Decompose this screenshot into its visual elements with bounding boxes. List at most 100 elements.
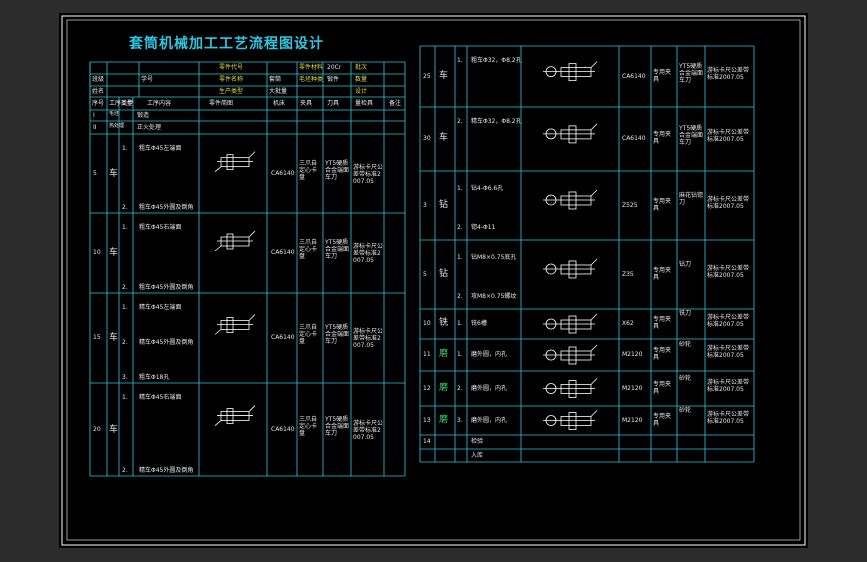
op-seq: 12 [423, 384, 431, 392]
step-number: 1. [457, 320, 463, 327]
op-seq: I [93, 111, 95, 119]
drawing-title: 套筒机械加工工艺流程图设计 [129, 36, 324, 52]
op-seq: 10 [423, 320, 431, 327]
op-type: 磨 [439, 414, 449, 425]
op-tool: 麻花钻锪刀 [679, 191, 704, 206]
op-tool: 钻刀 [679, 260, 692, 268]
step-text: 攻M8×0.75螺纹 [471, 293, 517, 300]
op-machine: CA6140 [271, 249, 295, 256]
part-sketch [543, 258, 598, 279]
op-tool: YT5硬质合金端面车刀 [679, 125, 704, 146]
step-number: 2. [122, 339, 128, 346]
header-cell: 20Cr [327, 64, 342, 71]
step-number: 1. [457, 57, 463, 64]
part-sketch [543, 378, 598, 398]
header-cell: 锻件 [327, 76, 340, 83]
column-header-fixture: 夹具 [300, 100, 313, 107]
header-cell: 数量 [355, 76, 368, 83]
op-type: 车 [109, 168, 119, 179]
step-text: 钻4-Φ6.6孔 [471, 185, 504, 192]
op-type: 热处理 [109, 122, 125, 129]
step-text: 精车Φ45右端面 [139, 394, 182, 401]
header-cell: 班级 [92, 76, 105, 83]
op-seq: 3 [423, 201, 427, 209]
op-type: 毛坯 [109, 110, 120, 117]
op-tool: 砂轮 [679, 341, 692, 348]
step-text: 粗车Φ18孔 [139, 374, 170, 381]
op-fixture: 三爪自定心卡盘 [299, 324, 318, 345]
step-number: 1. [457, 254, 463, 261]
part-sketch [214, 151, 256, 172]
op-tool: YT5硬质合金端面车刀 [325, 159, 350, 181]
step-number: 3. [457, 416, 463, 424]
step-text: 钻M8×0.75底孔 [471, 254, 517, 261]
step-text: 粗车Φ45左端面 [139, 145, 182, 152]
step-number: 1. [122, 304, 128, 311]
header-cell: 学号 [141, 76, 154, 83]
step-number: 3. [122, 374, 128, 381]
op-seq: 30 [423, 135, 431, 142]
op-fixture: 专用夹具 [653, 68, 672, 83]
op-machine: CA6140 [271, 169, 295, 177]
op-type: 车 [109, 424, 119, 435]
header-cell: 姓名 [92, 88, 105, 95]
step-text: 精车Φ45外圆及倒角 [139, 467, 194, 474]
step-number: 1. [457, 351, 463, 358]
part-sketch [543, 344, 598, 365]
step-text: 正火处理 [137, 123, 162, 131]
op-seq: II [93, 123, 97, 131]
op-fixture: 三爪自定心卡盘 [299, 415, 318, 437]
header-cell: 套筒 [269, 76, 282, 83]
op-measure: 游标卡尺公差带标准2007.05 [707, 129, 750, 143]
op-fixture: 专用夹具 [653, 347, 672, 361]
step-text: 精车Φ45左端面 [139, 304, 182, 311]
header-cell: 零件代号 [219, 64, 244, 71]
op-seq: 14 [423, 438, 431, 445]
op-machine: CA6140 [271, 425, 295, 433]
op-machine: M2120 [622, 384, 643, 392]
header-cell: 零件材料 [299, 64, 324, 71]
column-header-measure: 量检具 [355, 100, 374, 107]
op-tool: 砂轮 [679, 406, 692, 414]
op-seq: 11 [423, 351, 431, 358]
step-number: 2. [122, 284, 128, 291]
op-machine: CA6140 [271, 334, 295, 341]
step-number: 1. [122, 394, 128, 401]
step-text: 粗车Φ45外圆及倒角 [139, 204, 194, 211]
op-type: 车 [439, 70, 449, 81]
column-header-remark: 备注 [389, 100, 402, 107]
column-header-sketch: 零件简图 [209, 100, 234, 107]
op-tool: YT5硬质合金端面车刀 [325, 415, 350, 437]
part-sketch [543, 410, 598, 430]
op-measure: 游标卡尺公差带标准2007.05 [707, 314, 750, 328]
op-tool: 铣刀 [679, 310, 692, 317]
op-tool: YT5硬质合金端面车刀 [325, 324, 350, 345]
op-fixture: 专用夹具 [653, 380, 672, 395]
step-text: 粗车Φ45右端面 [139, 224, 182, 231]
op-type: 铣 [439, 318, 449, 328]
op-measure: 游标卡尺公差带标准2007.05 [707, 66, 750, 81]
op-measure: 游标卡尺公差带标准2007.05 [353, 163, 384, 185]
op-type: 钻 [439, 199, 449, 210]
op-type: 磨 [439, 382, 449, 393]
op-machine: CA6140 [622, 135, 646, 142]
op-measure: 游标卡尺公差带标准2007.05 [353, 328, 384, 349]
op-seq: 25 [423, 72, 431, 80]
step-number: 2. [457, 224, 463, 231]
op-fixture: 专用夹具 [653, 412, 672, 427]
step-text: 粗车Φ32，Φ8.2孔 [471, 57, 522, 64]
step-number: 2. [457, 384, 463, 392]
op-fixture: 三爪自定心卡盘 [299, 239, 318, 260]
step-text: 粗车Φ45外圆及倒角 [139, 284, 194, 291]
op-measure: 游标卡尺公差带标准2007.05 [707, 264, 750, 279]
op-type: 车 [109, 333, 119, 343]
part-sketch [543, 61, 598, 82]
column-header-machine: 机床 [273, 100, 286, 107]
step-number: 2. [122, 204, 128, 211]
column-header-step: 工步 [121, 100, 134, 107]
step-text: 磨外圆，内孔 [471, 351, 508, 358]
outer-border [61, 15, 806, 546]
header-cell: 大批量 [269, 88, 288, 95]
op-tool: YT5硬质合金端面车刀 [325, 239, 350, 260]
op-machine: Z525 [622, 201, 638, 209]
